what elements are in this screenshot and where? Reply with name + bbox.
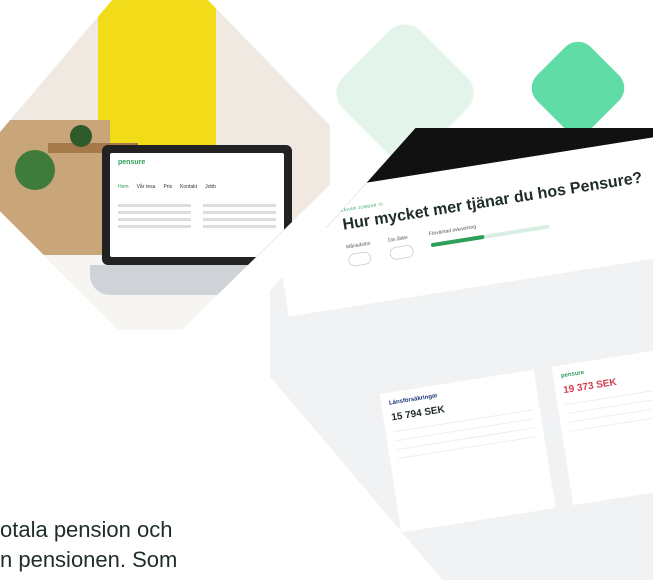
- paragraph-line: otala pension och: [0, 517, 173, 542]
- card-pensure: pensure 19 373 SEK: [551, 342, 653, 506]
- plant-small: [70, 125, 92, 147]
- tablet-photo: SÅHÄR JOBBAR VI Hur mycket mer tjänar du…: [270, 128, 653, 580]
- laptop-nav-item: Pris: [163, 184, 173, 190]
- laptop-nav-item: Jobb: [205, 184, 216, 190]
- laptop-screen: pensure Hem Vår resa Pris Kontakt Jobb: [102, 145, 292, 265]
- input-label: Din ålder: [387, 234, 409, 244]
- laptop-nav-item: Vår resa: [136, 184, 156, 190]
- comparison-cards: Länsförsäkringar 15 794 SEK pensure 19 3…: [379, 342, 653, 533]
- paragraph-line: n pensionen. Som: [0, 547, 178, 572]
- decorative-diamond-green: [524, 34, 632, 142]
- laptop-content-lines: [118, 204, 276, 228]
- laptop-website: pensure Hem Vår resa Pris Kontakt Jobb: [110, 153, 284, 257]
- laptop-logo: pensure: [118, 159, 146, 166]
- body-paragraph: otala pension och n pensionen. Som: [0, 515, 300, 575]
- plant: [15, 150, 55, 190]
- input-label: Månadslön: [345, 240, 371, 251]
- laptop-nav: Hem Vår resa Pris Kontakt Jobb: [118, 184, 276, 190]
- card-competitor: Länsförsäkringar 15 794 SEK: [379, 369, 556, 533]
- laptop-nav-item: Hem: [118, 184, 129, 190]
- laptop-nav-item: Kontakt: [180, 184, 198, 190]
- input-label: Förväntad avkastning: [428, 223, 477, 238]
